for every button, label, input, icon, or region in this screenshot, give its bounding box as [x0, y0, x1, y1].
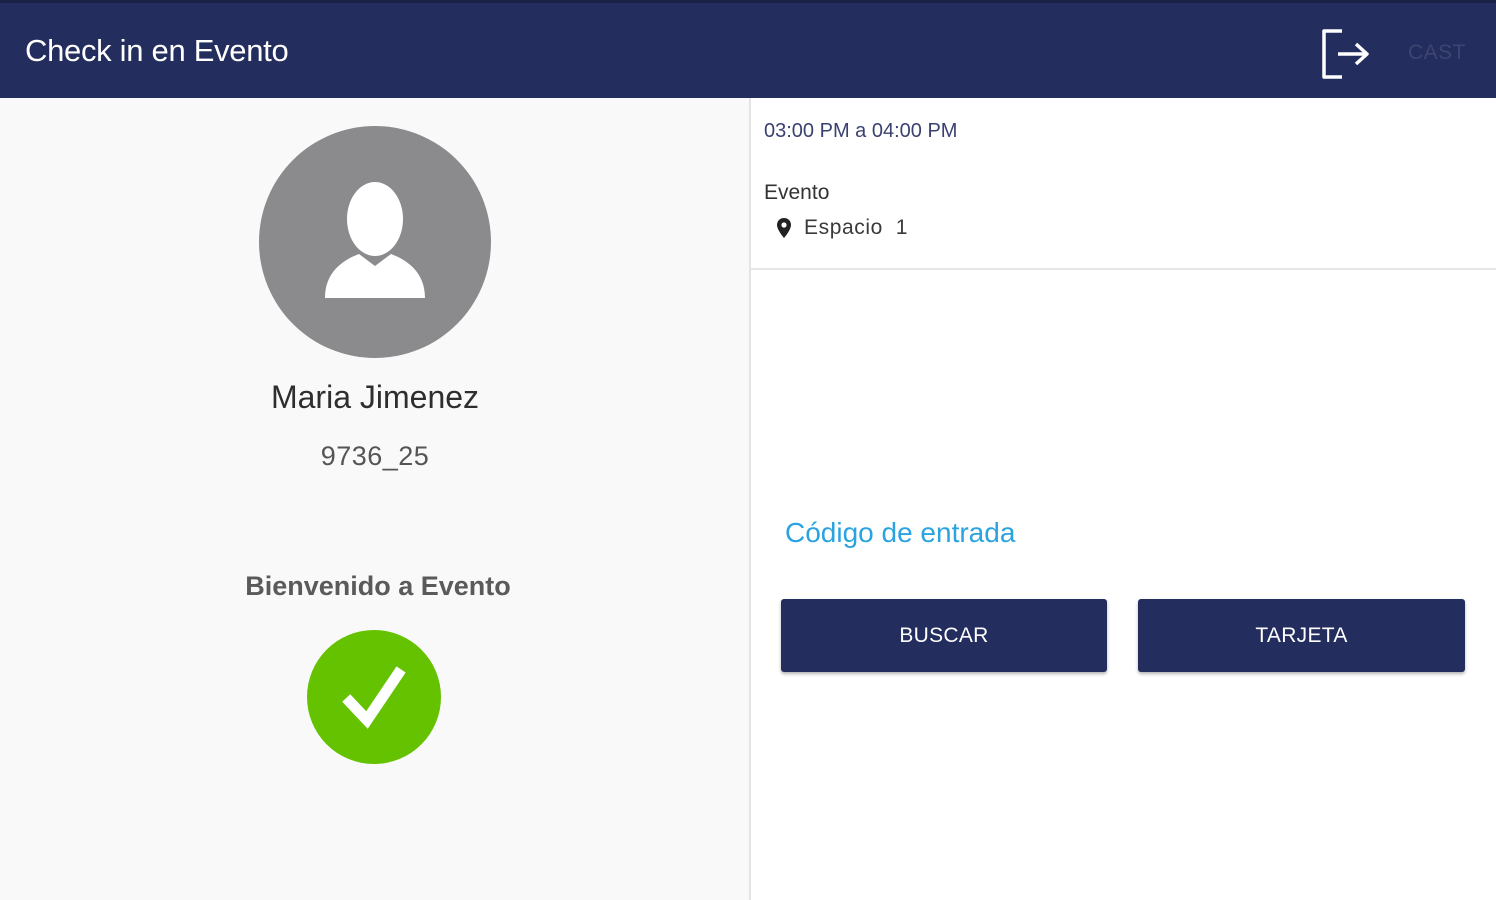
event-time: 03:00 PM a 04:00 PM [764, 120, 958, 142]
exit-button[interactable] [1316, 25, 1376, 83]
exit-icon [1322, 29, 1369, 79]
avatar [259, 126, 491, 358]
app-bar: Check in en Evento CAST [0, 0, 1496, 98]
event-panel: 03:00 PM a 04:00 PM Evento Espacio 1 BUS… [751, 98, 1496, 900]
section-divider [751, 268, 1496, 270]
attendee-id: 9736_25 [320, 441, 430, 471]
person-icon [325, 182, 425, 298]
event-name: Evento [764, 181, 830, 204]
search-button[interactable]: BUSCAR [781, 599, 1107, 672]
card-button[interactable]: TARJETA [1138, 599, 1465, 672]
entry-code-input[interactable] [785, 513, 1465, 553]
success-badge [307, 630, 441, 764]
checkmark-icon [342, 666, 406, 729]
attendee-panel: Maria Jimenez 9736_25 Bienvenido a Event… [0, 98, 750, 900]
location-label: Espacio 1 [804, 216, 909, 239]
location-pin-icon [777, 218, 791, 238]
welcome-message: Bienvenido a Evento [245, 571, 511, 601]
cast-button[interactable]: CAST [1408, 41, 1466, 65]
attendee-name: Maria Jimenez [270, 379, 480, 415]
page-title: Check in en Evento [25, 33, 289, 68]
